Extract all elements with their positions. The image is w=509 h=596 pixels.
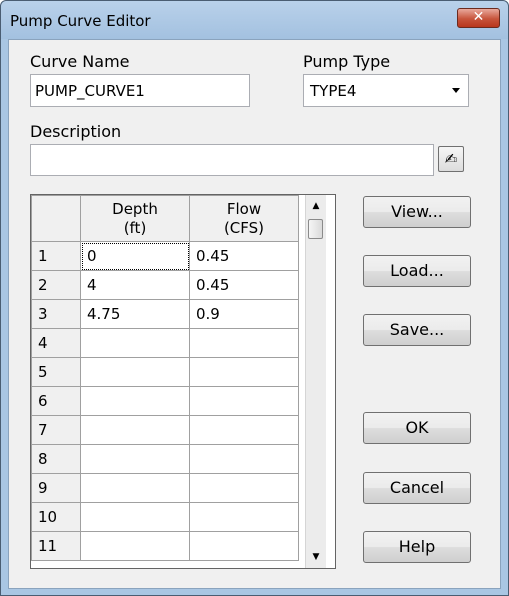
flow-cell[interactable]: 0.9 [189, 299, 299, 329]
row-number[interactable]: 5 [31, 357, 81, 387]
depth-cell[interactable] [80, 473, 190, 503]
depth-header-line1: Depth [112, 199, 158, 218]
depth-header-line2: (ft) [123, 218, 147, 237]
flow-cell[interactable]: 0.45 [189, 241, 299, 271]
table-row: 9 [31, 473, 299, 503]
table-row: 2 4 0.45 [31, 270, 299, 300]
flow-cell[interactable] [189, 502, 299, 532]
depth-cell[interactable]: 4 [80, 270, 190, 300]
row-number[interactable]: 7 [31, 415, 81, 445]
scroll-down-icon[interactable]: ▼ [306, 548, 326, 566]
corner-header [31, 195, 81, 242]
description-label: Description [30, 122, 122, 141]
depth-cell[interactable] [80, 386, 190, 416]
flow-header-line2: (CFS) [223, 218, 265, 237]
row-number[interactable]: 3 [31, 299, 81, 329]
flow-cell[interactable] [189, 444, 299, 474]
flow-cell[interactable] [189, 328, 299, 358]
flow-cell[interactable] [189, 415, 299, 445]
row-number[interactable]: 6 [31, 386, 81, 416]
cancel-button[interactable]: Cancel [363, 472, 471, 504]
description-input[interactable] [30, 144, 434, 176]
flow-cell[interactable] [189, 357, 299, 387]
load-button[interactable]: Load... [363, 255, 471, 287]
ok-button[interactable]: OK [363, 412, 471, 444]
depth-cell[interactable]: 4.75 [80, 299, 190, 329]
title-bar[interactable]: Pump Curve Editor ✕ [1, 1, 508, 39]
row-number[interactable]: 2 [31, 270, 81, 300]
depth-cell[interactable]: 0 [80, 241, 190, 271]
table-row: 10 [31, 502, 299, 532]
depth-cell[interactable] [80, 531, 190, 561]
row-number[interactable]: 9 [31, 473, 81, 503]
curve-name-input[interactable] [30, 74, 250, 107]
scroll-up-icon[interactable]: ▲ [306, 197, 326, 215]
edit-description-button[interactable]: ✍ [438, 146, 464, 172]
table-row: 3 4.75 0.9 [31, 299, 299, 329]
pump-type-value: TYPE4 [310, 82, 357, 100]
depth-cell[interactable] [80, 415, 190, 445]
table-row: 4 [31, 328, 299, 358]
pump-type-label: Pump Type [303, 52, 391, 71]
flow-cell[interactable] [189, 386, 299, 416]
table-row: 1 0 0.45 [31, 241, 299, 271]
dialog-body: Curve Name Pump Type TYPE4 Description ✍… [8, 39, 501, 589]
view-button[interactable]: View... [363, 196, 471, 228]
row-number[interactable]: 11 [31, 531, 81, 561]
curve-table: Depth(ft) Flow(CFS) 1 0 0.45 2 4 0.45 [31, 195, 299, 561]
table-header-row: Depth (ft) Flow (CFS) [31, 195, 299, 242]
flow-cell[interactable]: 0.45 [189, 270, 299, 300]
curve-name-label: Curve Name [30, 52, 130, 71]
curve-data-grid[interactable]: Depth(ft) Flow(CFS) 1 0 0.45 2 4 0.45 [30, 194, 336, 569]
table-row: 8 [31, 444, 299, 474]
pump-curve-editor-window: Pump Curve Editor ✕ Curve Name Pump Type… [0, 0, 509, 596]
scroll-thumb[interactable] [308, 219, 323, 239]
row-number[interactable]: 4 [31, 328, 81, 358]
vertical-scrollbar[interactable]: ▲ ▼ [305, 195, 326, 568]
depth-cell[interactable] [80, 328, 190, 358]
table-row: 11 [31, 531, 299, 561]
flow-cell[interactable] [189, 531, 299, 561]
help-button[interactable]: Help [363, 531, 471, 563]
flow-cell[interactable] [189, 473, 299, 503]
window-title: Pump Curve Editor [10, 12, 151, 30]
depth-cell[interactable] [80, 502, 190, 532]
column-header-flow: Flow (CFS) [189, 195, 299, 242]
edit-pencil-icon: ✍ [444, 150, 458, 168]
table-row: 6 [31, 386, 299, 416]
pump-type-select[interactable]: TYPE4 [303, 74, 469, 107]
table-row: 5 [31, 357, 299, 387]
row-number[interactable]: 10 [31, 502, 81, 532]
depth-cell[interactable] [80, 357, 190, 387]
row-number[interactable]: 8 [31, 444, 81, 474]
depth-cell[interactable] [80, 444, 190, 474]
save-button[interactable]: Save... [363, 314, 471, 346]
flow-header-line1: Flow [226, 199, 262, 218]
row-number[interactable]: 1 [31, 241, 81, 271]
close-button[interactable]: ✕ [457, 8, 500, 28]
chevron-down-icon[interactable] [452, 88, 460, 93]
column-header-depth: Depth (ft) [80, 195, 190, 242]
table-row: 7 [31, 415, 299, 445]
